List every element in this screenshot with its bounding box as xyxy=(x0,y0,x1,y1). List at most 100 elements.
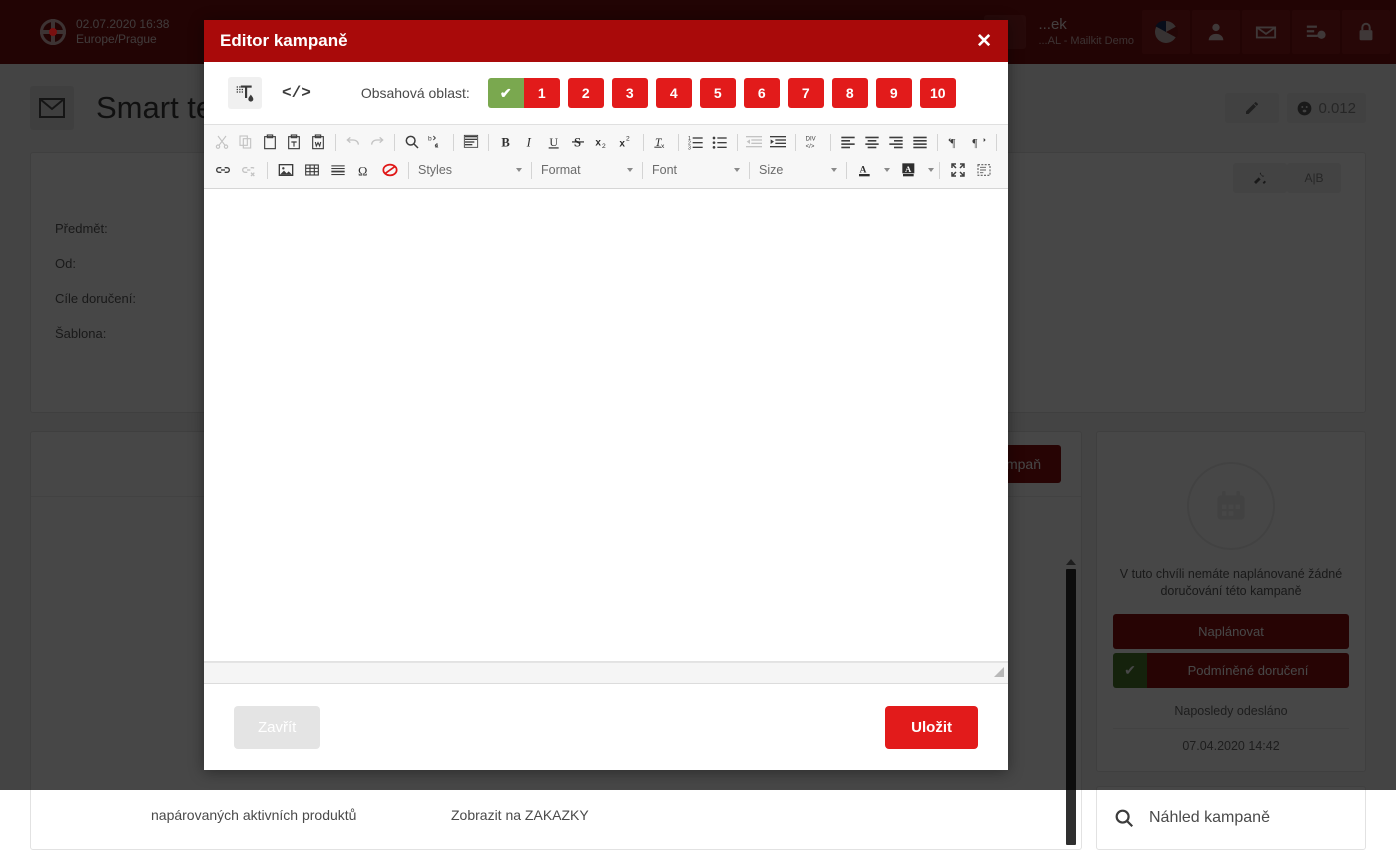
image-icon[interactable] xyxy=(273,158,299,182)
content-area-5[interactable]: 5 xyxy=(699,78,736,108)
remove-format-icon[interactable]: Tx xyxy=(649,130,673,154)
chevron-down-icon[interactable] xyxy=(928,168,934,172)
editor-toolbar: ba B I U S x2 x2 Tx 123 DIV </> ¶ ¶ Ω St… xyxy=(204,124,1008,189)
products-link[interactable]: Zobrazit na ZAKAZKY xyxy=(451,807,589,823)
toolbar-separator xyxy=(531,161,532,179)
editor-toolbar-row-2: Ω Styles Format Font Size A A xyxy=(210,156,1002,184)
align-left-icon[interactable] xyxy=(836,130,860,154)
toolbar-separator xyxy=(937,133,939,151)
show-blocks-icon[interactable] xyxy=(971,158,997,182)
align-justify-icon[interactable] xyxy=(908,130,932,154)
styles-select-label: Styles xyxy=(418,163,453,177)
content-area-6[interactable]: 6 xyxy=(743,78,780,108)
rtl-icon[interactable]: ¶ xyxy=(967,130,991,154)
special-char-icon[interactable]: Ω xyxy=(351,158,377,182)
styles-select[interactable]: Styles xyxy=(414,159,526,181)
superscript-icon[interactable]: x2 xyxy=(614,130,638,154)
search-icon xyxy=(1115,809,1134,828)
select-all-icon[interactable] xyxy=(459,130,483,154)
chevron-down-icon[interactable] xyxy=(884,168,890,172)
content-area-8[interactable]: 8 xyxy=(831,78,868,108)
font-select[interactable]: Font xyxy=(648,159,744,181)
wysiwyg-mode-button[interactable] xyxy=(228,77,262,109)
paste-text-icon[interactable] xyxy=(282,130,306,154)
svg-text:Ω: Ω xyxy=(358,164,367,178)
no-personalization-icon[interactable] xyxy=(377,158,403,182)
svg-text:I: I xyxy=(525,136,531,150)
undo-icon[interactable] xyxy=(341,130,365,154)
bg-color-icon[interactable]: A xyxy=(896,158,922,182)
toolbar-separator xyxy=(996,133,998,151)
text-color-icon[interactable]: A xyxy=(852,158,878,182)
redo-icon[interactable] xyxy=(365,130,389,154)
subscript-icon[interactable]: x2 xyxy=(590,130,614,154)
outdent-icon[interactable] xyxy=(742,130,766,154)
find-icon[interactable] xyxy=(400,130,424,154)
content-area-10[interactable]: 10 xyxy=(919,78,956,108)
font-select-label: Font xyxy=(652,163,678,177)
close-button[interactable]: Zavřít xyxy=(234,705,321,749)
size-select[interactable]: Size xyxy=(755,159,841,181)
paste-icon[interactable] xyxy=(258,130,282,154)
format-select[interactable]: Format xyxy=(537,159,637,181)
preview-title: Náhled kampaně xyxy=(1149,809,1270,826)
content-area-1[interactable]: 1 xyxy=(523,78,560,108)
save-button[interactable]: Uložit xyxy=(885,705,978,749)
content-area-2[interactable]: 2 xyxy=(567,78,604,108)
content-area-buttons: ✔ 1 2 3 4 5 6 7 8 9 10 xyxy=(487,78,964,108)
numbered-list-icon[interactable]: 123 xyxy=(684,130,708,154)
chevron-down-icon xyxy=(734,168,740,172)
editor-toolbar-row-1: ba B I U S x2 x2 Tx 123 DIV </> ¶ ¶ xyxy=(210,128,1002,156)
strike-icon[interactable]: S xyxy=(566,130,590,154)
editor-content-area[interactable] xyxy=(204,189,1008,662)
toolbar-separator xyxy=(736,133,738,151)
preview-card[interactable]: Náhled kampaně xyxy=(1096,786,1366,850)
content-area-active-check[interactable]: ✔ xyxy=(487,78,524,108)
italic-icon[interactable]: I xyxy=(518,130,542,154)
maximize-icon[interactable] xyxy=(945,158,971,182)
resize-grip-icon[interactable] xyxy=(993,666,1005,678)
toolbar-separator xyxy=(267,161,268,179)
unlink-icon[interactable] xyxy=(236,158,262,182)
chevron-down-icon xyxy=(831,168,837,172)
table-icon[interactable] xyxy=(299,158,325,182)
replace-icon[interactable]: ba xyxy=(424,130,448,154)
create-div-icon[interactable]: DIV </> xyxy=(801,130,825,154)
toolbar-separator xyxy=(335,133,336,151)
svg-text:b: b xyxy=(428,136,432,143)
close-icon[interactable]: ✕ xyxy=(976,32,992,51)
svg-text:S: S xyxy=(574,136,581,150)
svg-text:x: x xyxy=(595,137,601,148)
content-area-3[interactable]: 3 xyxy=(611,78,648,108)
copy-icon[interactable] xyxy=(234,130,258,154)
underline-icon[interactable]: U xyxy=(542,130,566,154)
text-template-icon xyxy=(236,85,254,102)
bold-icon[interactable]: B xyxy=(494,130,518,154)
svg-text:DIV: DIV xyxy=(806,137,816,143)
editor-status-bar xyxy=(204,662,1008,684)
campaign-editor-modal: Editor kampaně ✕ </> Obsahová oblast: ✔ … xyxy=(204,20,1008,770)
toolbar-separator xyxy=(393,133,395,151)
format-select-label: Format xyxy=(541,163,581,177)
bulleted-list-icon[interactable] xyxy=(708,130,732,154)
horizontal-rule-icon[interactable] xyxy=(325,158,351,182)
toolbar-separator xyxy=(795,133,797,151)
svg-text:x: x xyxy=(619,139,625,150)
content-area-4[interactable]: 4 xyxy=(655,78,692,108)
content-area-9[interactable]: 9 xyxy=(875,78,912,108)
toolbar-separator xyxy=(487,133,489,151)
ltr-icon[interactable]: ¶ xyxy=(943,130,967,154)
toolbar-separator xyxy=(846,161,847,179)
modal-title: Editor kampaně xyxy=(220,31,348,50)
indent-icon[interactable] xyxy=(766,130,790,154)
modal-footer: Zavřít Uložit xyxy=(204,684,1008,770)
align-right-icon[interactable] xyxy=(884,130,908,154)
paste-word-icon[interactable] xyxy=(306,130,330,154)
cut-icon[interactable] xyxy=(210,130,234,154)
toolbar-separator xyxy=(677,133,679,151)
source-mode-button[interactable]: </> xyxy=(274,80,319,106)
content-area-7[interactable]: 7 xyxy=(787,78,824,108)
chevron-down-icon xyxy=(516,168,522,172)
link-icon[interactable] xyxy=(210,158,236,182)
align-center-icon[interactable] xyxy=(860,130,884,154)
